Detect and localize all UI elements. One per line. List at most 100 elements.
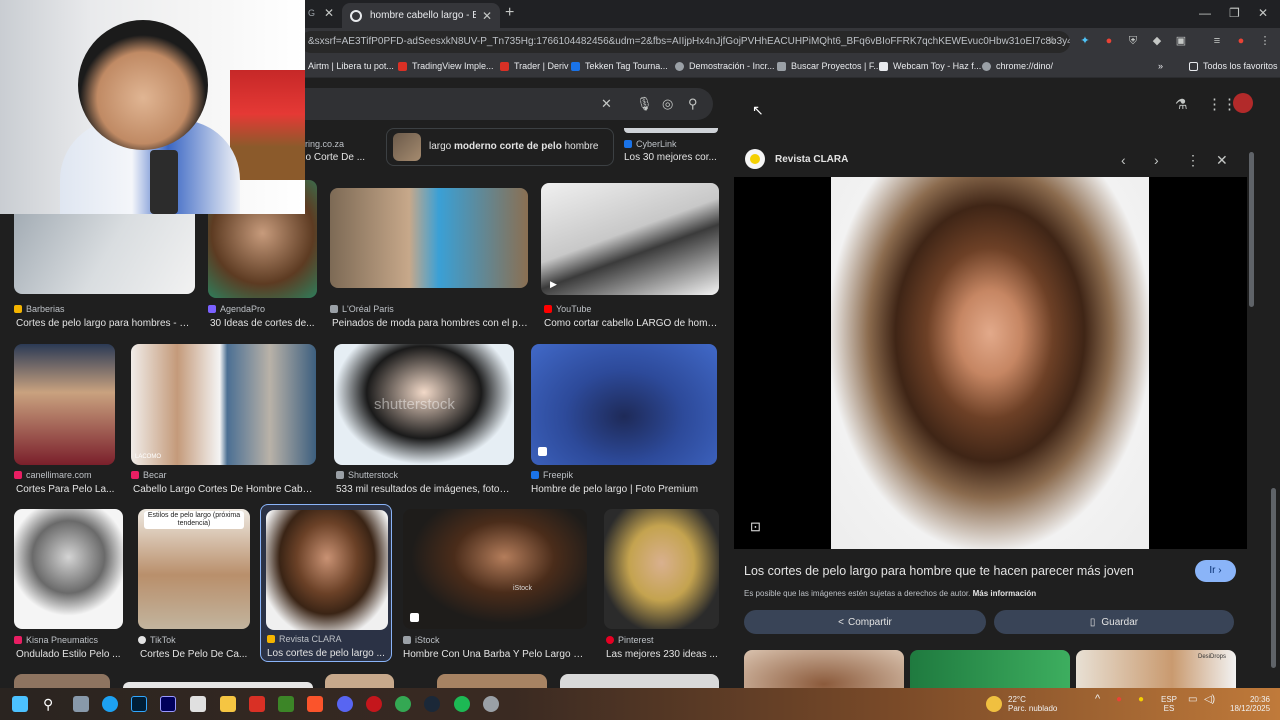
settings-icon[interactable] [483,696,499,712]
related-image[interactable] [910,650,1070,688]
edge-icon[interactable] [102,696,118,712]
address-bar[interactable]: &sxsrf=AE3TifP0PFD-adSeesxkN8UV-P_Tn735H… [300,31,1070,53]
weather-widget[interactable]: 22°C Parc. nublado [1008,695,1057,713]
chevron-left-icon[interactable]: ‹ [1121,152,1126,168]
lens-icon[interactable]: ◎ [662,96,673,112]
menu-icon[interactable]: ⋮ [1258,34,1272,48]
minecraft-icon[interactable] [278,696,294,712]
new-tab-icon[interactable]: + [505,4,514,22]
image-result[interactable]: iStock iStock Hombre Con Una Barba Y Pel… [403,509,587,660]
related-image[interactable] [744,650,904,688]
preview-image[interactable] [831,177,1149,549]
panel-scrollbar[interactable] [1249,152,1254,307]
search-icon[interactable]: ⚲ [43,696,59,712]
bookmark[interactable]: Airtm | Libera tu pot... [308,61,394,71]
image-result[interactable] [437,674,547,688]
puzzle-icon[interactable]: ▣ [1174,34,1188,48]
result-source: Kisna Pneumatics [14,635,98,645]
source-icon [267,635,275,643]
bookmark[interactable]: Tekken Tag Tourna... [571,61,668,71]
clear-icon[interactable]: ✕ [601,96,612,112]
image-result[interactable]: ▶ YouTube Como cortar cabello LARGO de h… [541,183,719,331]
related-search-chip[interactable]: largo moderno corte de pelo hombre [386,128,614,166]
lens-icon[interactable]: ⊡ [750,519,761,535]
brave-icon[interactable] [307,696,323,712]
close-icon[interactable]: ✕ [1216,152,1228,169]
chrome-icon[interactable] [395,696,411,712]
bookmark[interactable]: chrome://dino/ [982,61,1053,71]
search-icon[interactable]: ⚲ [688,96,698,112]
close-tab-icon[interactable]: ✕ [482,9,492,23]
language-indicator[interactable]: ESP ES [1161,695,1177,713]
image-result[interactable]: Kisna Pneumatics Ondulado Estilo Pelo ..… [14,509,123,660]
network-icon[interactable]: ▭ [1188,695,1197,705]
file-explorer-icon[interactable] [220,696,236,712]
result-source: canellimare.com [14,470,92,480]
image-result[interactable] [325,674,394,688]
photoshop-icon[interactable] [131,696,147,712]
calculator-icon[interactable] [190,696,206,712]
mic-icon[interactable]: ● [1138,695,1144,705]
page-scrollbar[interactable] [1271,488,1276,668]
bookmark[interactable]: Trader | Deriv [500,61,569,71]
chevron-up-icon[interactable]: ^ [1095,694,1100,705]
maximize-icon[interactable]: ❐ [1229,6,1240,20]
visit-button[interactable]: Ir › [1195,560,1236,582]
volume-icon[interactable]: ◁) [1204,695,1215,705]
image-result[interactable]: Pinterest Las mejores 230 ideas ... [604,509,719,660]
account-avatar[interactable] [1233,93,1253,113]
result-caption: 30 Ideas de cortes de... [210,318,315,329]
image-result[interactable] [560,674,719,688]
image-result[interactable] [14,674,110,688]
window-close-icon[interactable]: ✕ [1258,6,1268,20]
bookmark[interactable]: Buscar Proyectos | F... [777,61,881,71]
spotify-icon[interactable] [454,696,470,712]
image-result[interactable]: CyberLink Los 30 mejores cor... [624,128,720,168]
minimize-icon[interactable]: — [1199,6,1211,20]
media-icon[interactable]: ≡ [1210,34,1224,48]
shield-icon[interactable]: ⛨ [1126,34,1140,48]
more-info-link[interactable]: Más información [973,589,1037,598]
labs-icon[interactable]: ⚗ [1175,96,1188,113]
tray-app-icon[interactable]: ● [1116,695,1122,705]
related-image[interactable]: DesiDrops [1076,650,1236,688]
premiere-icon[interactable] [160,696,176,712]
extension-icon[interactable]: ◆ [1150,34,1164,48]
image-result-selected[interactable]: Revista CLARA Los cortes de pelo largo .… [260,504,392,662]
image-result[interactable]: canellimare.com Cortes Para Pelo La... [14,344,116,496]
all-bookmarks[interactable]: Todos los favoritos [1189,61,1278,71]
image-result[interactable]: shutterstock Shutterstock 533 mil result… [334,344,514,496]
app-icon[interactable] [366,696,382,712]
windows-start-icon[interactable] [12,696,28,712]
bookmark[interactable]: Demostración - Incr... [675,61,775,71]
more-icon[interactable]: ⋮ [1186,152,1200,169]
bookmark[interactable]: Webcam Toy - Haz f... [879,61,981,71]
source-name[interactable]: Revista CLARA [775,154,848,165]
image-result[interactable]: Freepik Hombre de pelo largo | Foto Prem… [531,344,717,496]
preview-title[interactable]: Los cortes de pelo largo para hombre que… [744,564,1184,578]
steam-icon[interactable] [424,696,440,712]
share-button[interactable]: < Compartir [744,610,986,634]
bookmark[interactable]: TradingView Imple... [398,61,494,71]
chevron-right-icon[interactable]: › [1154,152,1159,168]
save-button[interactable]: ▯ Guardar [994,610,1234,634]
clock[interactable]: 20:36 18/12/2025 [1230,695,1270,713]
close-icon[interactable]: ✕ [324,6,334,20]
tab-active[interactable]: hombre cabello largo - Buscar ✕ [342,3,500,28]
image-result[interactable]: ering.co.za go Corte De ... [300,128,380,168]
image-result[interactable]: Estilos de pelo largo (próxima tendencia… [138,509,250,660]
copilot-icon[interactable] [73,696,89,712]
profile-avatar[interactable]: ● [1234,34,1248,48]
discord-icon[interactable] [337,696,353,712]
mic-icon[interactable]: 🎙 [636,96,653,112]
extension-icon[interactable]: ● [1102,34,1116,48]
extension-icon[interactable]: ✦ [1078,34,1092,48]
image-result[interactable]: LACOMO Becar Cabello Largo Cortes De Hom… [131,344,317,496]
weather-icon[interactable] [986,696,1002,712]
tab-previous[interactable]: G [308,8,315,18]
chevron-icon[interactable]: » [1158,61,1163,71]
image-result[interactable]: L'Oréal Paris Peinados de moda para homb… [330,188,528,332]
search-input[interactable]: ✕ 🎙 ◎ ⚲ [300,88,713,120]
app-icon[interactable] [249,696,265,712]
star-icon[interactable]: ☆ [1045,34,1059,48]
